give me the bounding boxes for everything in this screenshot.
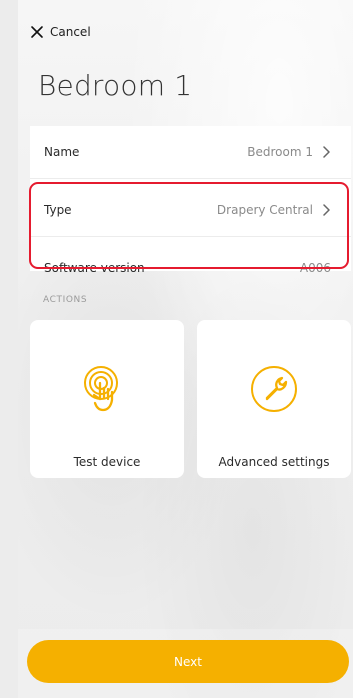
cancel-button[interactable]: Cancel	[30, 25, 91, 39]
chevron-right-icon	[323, 146, 330, 158]
wrench-icon	[251, 366, 297, 412]
name-label: Name	[44, 145, 80, 159]
page-title: Bedroom 1	[38, 69, 193, 102]
test-device-label: Test device	[73, 455, 141, 469]
advanced-settings-button[interactable]: Advanced settings	[197, 320, 351, 478]
next-button[interactable]: Next	[27, 640, 349, 683]
test-device-button[interactable]: Test device	[30, 320, 184, 478]
software-version-value: A006	[299, 260, 331, 275]
type-label: Type	[44, 203, 72, 217]
name-row[interactable]: Name Bedroom 1	[30, 126, 351, 179]
touch-icon	[84, 366, 118, 412]
actions-section-title: ACTIONS	[43, 295, 88, 305]
screen: Cancel Bedroom 1 Name Bedroom 1 Type Dra…	[18, 0, 353, 698]
type-row[interactable]: Type Drapery Central	[30, 184, 351, 237]
info-card: Name Bedroom 1 Type Drapery Central Soft…	[30, 126, 351, 275]
advanced-settings-label: Advanced settings	[218, 455, 330, 469]
chevron-right-icon	[323, 204, 330, 216]
software-version-label: Software version	[44, 260, 145, 275]
type-value: Drapery Central	[216, 203, 313, 217]
software-version-row: Software version A006	[30, 241, 351, 294]
cancel-label: Cancel	[50, 25, 91, 39]
close-icon	[31, 26, 43, 38]
name-value: Bedroom 1	[247, 145, 313, 159]
